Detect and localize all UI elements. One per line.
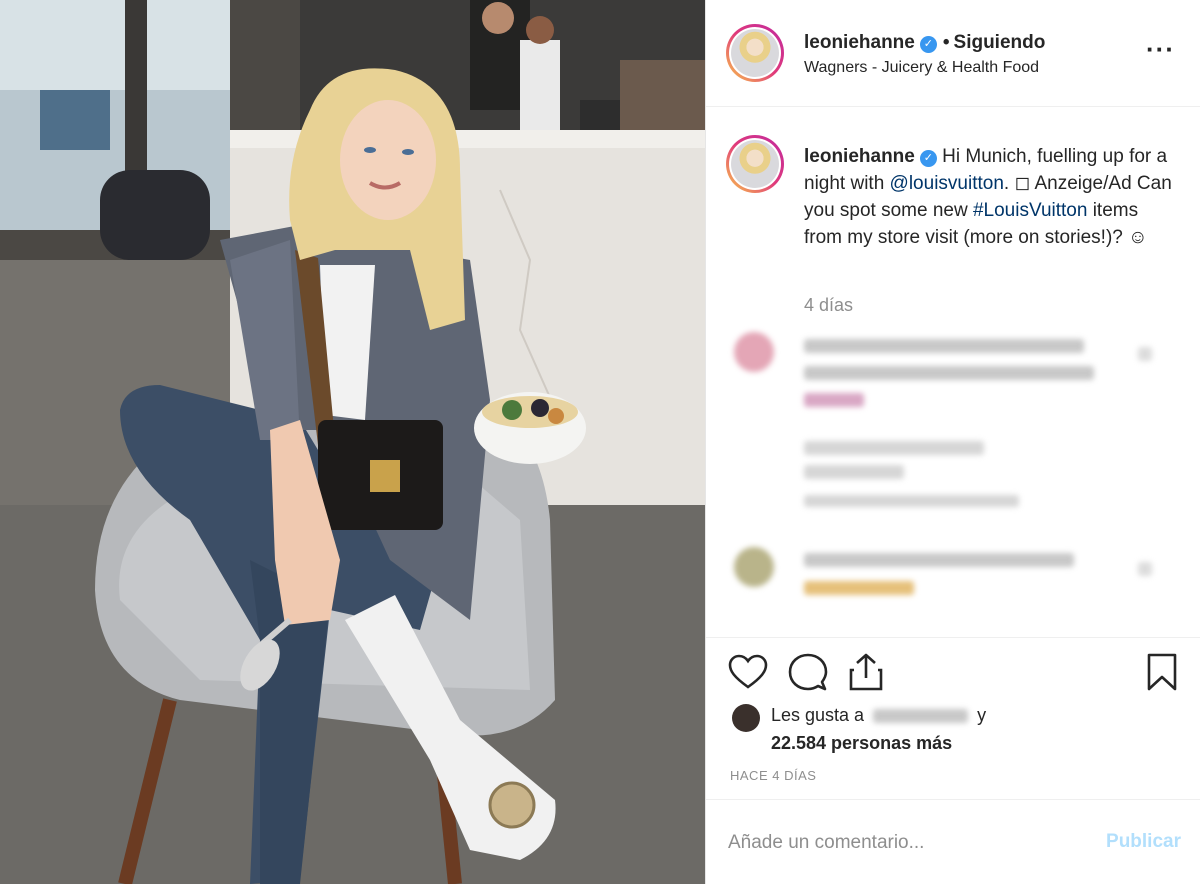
hashtag-link[interactable]: #LouisVuitton xyxy=(973,200,1087,221)
post-header: leoniehanne ✓ • Siguiendo Wagners - Juicery… xyxy=(706,0,1200,107)
comment-text xyxy=(804,581,914,595)
comment-text xyxy=(804,366,1094,380)
verified-icon: ✓ xyxy=(919,150,937,167)
likes-prefix: Les gusta a xyxy=(771,705,865,725)
comment-avatar[interactable] xyxy=(734,547,774,587)
comment-text xyxy=(804,393,864,407)
comments-area[interactable]: leoniehanne ✓ Hi Munich, fuelling up for … xyxy=(706,107,1200,637)
liker-username[interactable] xyxy=(873,709,969,723)
likes-count[interactable]: 22.584 personas más xyxy=(771,733,952,754)
post-photo[interactable] xyxy=(0,0,705,884)
comment-icon[interactable] xyxy=(788,652,828,692)
post-actions: Les gusta a y 22.584 personas más HACE 4… xyxy=(706,637,1200,799)
bookmark-icon[interactable] xyxy=(1146,652,1178,692)
comment-text xyxy=(804,553,1074,567)
mention-link[interactable]: @louisvuitton xyxy=(890,173,1004,194)
comment-meta xyxy=(804,465,904,479)
publish-button[interactable]: Publicar xyxy=(1106,831,1181,853)
username-link[interactable]: leoniehanne xyxy=(804,32,915,53)
caption-username[interactable]: leoniehanne xyxy=(804,146,915,167)
heart-icon[interactable] xyxy=(728,654,768,690)
liker-avatar[interactable] xyxy=(732,704,760,732)
comment-input[interactable] xyxy=(728,828,1068,858)
verified-icon: ✓ xyxy=(919,36,937,53)
comment-meta xyxy=(804,441,984,455)
heart-icon[interactable] xyxy=(1138,562,1152,576)
following-button[interactable]: Siguiendo xyxy=(954,32,1046,53)
caption-text: leoniehanne ✓ Hi Munich, fuelling up for … xyxy=(804,143,1179,251)
caption-age[interactable]: 4 días xyxy=(804,295,853,316)
heart-icon[interactable] xyxy=(1138,347,1152,361)
location-link[interactable]: Wagners - Juicery & Health Food xyxy=(804,59,1039,77)
comment-avatar[interactable] xyxy=(734,332,774,372)
likes-line: Les gusta a y xyxy=(771,705,986,726)
likes-suffix: y xyxy=(977,705,987,725)
view-replies[interactable] xyxy=(804,495,1019,507)
more-options-icon[interactable]: ··· xyxy=(1146,34,1175,65)
caption-avatar[interactable] xyxy=(726,135,784,193)
comment-text xyxy=(804,339,1084,353)
post-timestamp[interactable]: HACE 4 DÍAS xyxy=(730,768,816,783)
avatar[interactable] xyxy=(726,24,784,82)
post-image xyxy=(0,0,705,884)
separator-dot: • xyxy=(942,32,950,53)
post-sidebar: leoniehanne ✓ • Siguiendo Wagners - Juicery… xyxy=(705,0,1200,884)
share-icon[interactable] xyxy=(848,652,884,692)
comment-bar: Publicar xyxy=(706,799,1200,884)
